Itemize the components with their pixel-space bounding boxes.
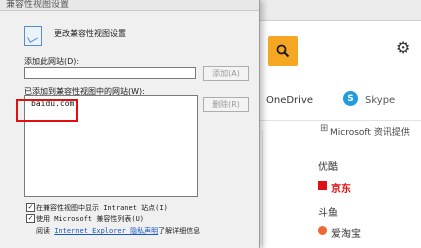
ms-list-checkbox-label: 使用 Microsoft 兼容性列表(U) [36,215,145,223]
list-item-taobao[interactable]: 爱淘宝 [331,225,361,240]
privacy-footer: 阅读 Internet Explorer 隐私声明了解详细信息 [36,226,200,236]
dialog-title: 兼容性视图设置 [6,0,70,10]
divider [262,130,263,248]
taobao-icon [318,226,327,235]
red-highlight-box [16,99,78,122]
intranet-checkbox-label: 在兼容性视图中显示 Intranet 站点(I) [36,204,168,212]
list-item-jd[interactable]: 京东 [331,180,351,195]
ms-list-checkbox[interactable]: ✓ [26,214,35,223]
add-site-label: 添加此网站(D): [24,57,80,66]
footer-suffix: 了解详细信息 [158,227,201,235]
privacy-statement-link[interactable]: Internet Explorer 隐私声明 [54,227,158,235]
list-item-youku[interactable]: 优酷 [318,158,338,173]
dialog-heading: 更改兼容性视图设置 [54,29,126,38]
footer-prefix: 阅读 [36,227,50,235]
jd-icon [318,181,327,190]
list-item-douyu[interactable]: 斗鱼 [318,204,338,219]
skype-link[interactable]: Skype [365,95,395,106]
divider [258,120,421,121]
gear-icon[interactable]: ⚙ [396,38,410,57]
onedrive-link[interactable]: OneDrive [266,95,313,106]
remove-button[interactable]: 删除(R) [203,97,249,112]
skype-icon: S [343,91,358,106]
add-site-input[interactable] [24,67,196,79]
info-icon: ⊞ [320,123,329,134]
compat-view-dialog: 兼容性视图设置 更改兼容性视图设置 添加此网站(D): 添加(A) 已添加到兼容… [0,0,260,248]
info-provider-text: Microsoft 资讯提供 [330,128,410,138]
add-button[interactable]: 添加(A) [203,66,249,81]
search-button[interactable] [268,36,298,66]
dialog-titlebar[interactable]: 兼容性视图设置 [0,0,259,11]
compat-view-icon [24,26,42,46]
search-icon [276,44,290,58]
intranet-checkbox[interactable]: ✓ [26,203,35,212]
